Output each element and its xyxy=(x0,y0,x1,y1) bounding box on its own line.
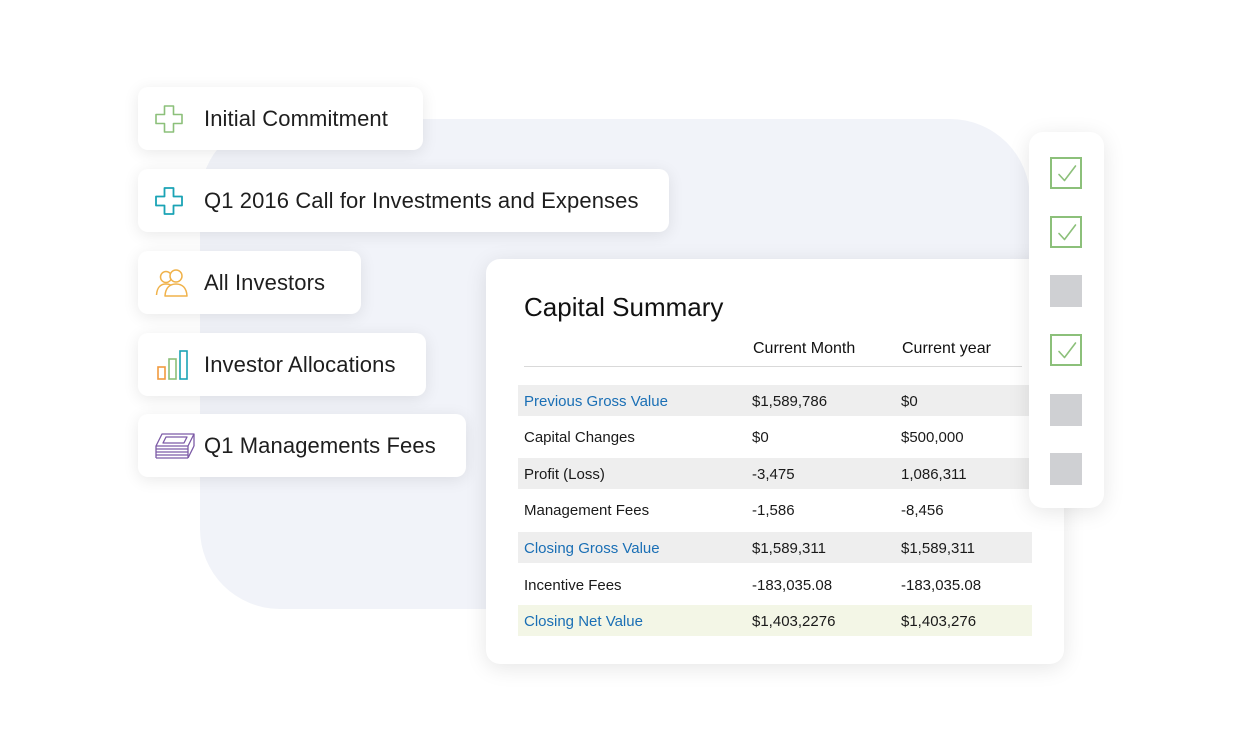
cell-current-year: -183,035.08 xyxy=(901,577,982,594)
cell-current-month: $1,589,786 xyxy=(752,393,828,410)
row-label: Profit (Loss) xyxy=(524,466,605,483)
table-row: Closing Gross Value $1,589,311 $1,589,31… xyxy=(518,532,1032,563)
step-q1-call[interactable]: Q1 2016 Call for Investments and Expense… xyxy=(138,169,669,232)
step-label: Q1 2016 Call for Investments and Expense… xyxy=(204,187,639,213)
step-label: Q1 Managements Fees xyxy=(204,432,436,458)
cell-current-year: 1,086,311 xyxy=(901,466,967,483)
step-investor-allocations[interactable]: Investor Allocations xyxy=(138,333,426,396)
capital-summary-card: Capital Summary Current Month Current ye… xyxy=(486,259,1064,664)
cell-current-month: -1,586 xyxy=(752,502,795,519)
table-row: Previous Gross Value $1,589,786 $0 xyxy=(518,385,1032,416)
checklist-checkbox[interactable] xyxy=(1050,453,1082,485)
row-label: Management Fees xyxy=(524,502,650,519)
checklist-checkbox[interactable] xyxy=(1050,334,1082,366)
table-row: Capital Changes $0 $500,000 xyxy=(518,421,1032,452)
checkmark-icon xyxy=(1058,342,1077,359)
column-header-current-year: Current year xyxy=(902,340,991,357)
row-label: Capital Changes xyxy=(524,429,635,446)
checklist-checkbox[interactable] xyxy=(1050,216,1082,248)
step-label: Investor Allocations xyxy=(204,351,396,377)
step-initial-commitment[interactable]: Initial Commitment xyxy=(138,87,423,150)
cell-current-month: -3,475 xyxy=(752,466,795,483)
cell-current-month: -183,035.08 xyxy=(752,577,833,594)
cell-current-month: $0 xyxy=(752,429,769,446)
investors-group-icon xyxy=(154,265,196,301)
table-row: Management Fees -1,586 -8,456 xyxy=(518,494,1032,525)
cell-current-month: $1,589,311 xyxy=(752,540,826,557)
checkmark-icon xyxy=(1058,165,1077,182)
table-row: Profit (Loss) -3,475 1,086,311 xyxy=(518,458,1032,489)
plus-outline-icon xyxy=(154,183,196,219)
step-all-investors[interactable]: All Investors xyxy=(138,251,361,314)
cell-current-year: $1,589,311 xyxy=(901,540,975,557)
row-label-link[interactable]: Closing Net Value xyxy=(524,613,643,630)
bar-chart-icon xyxy=(154,347,196,383)
cash-stack-icon xyxy=(154,428,196,464)
row-label-link[interactable]: Closing Gross Value xyxy=(524,540,660,557)
cell-current-month: $1,403,2276 xyxy=(752,613,836,630)
summary-title: Capital Summary xyxy=(524,292,724,322)
checklist-checkbox[interactable] xyxy=(1050,394,1082,426)
step-label: All Investors xyxy=(204,269,326,295)
checklist-panel xyxy=(1029,132,1104,508)
cell-current-year: $1,403,276 xyxy=(901,613,977,630)
checkmark-icon xyxy=(1058,224,1077,241)
step-q1-management-fees[interactable]: Q1 Managements Fees xyxy=(138,414,466,477)
step-label: Initial Commitment xyxy=(204,105,388,131)
table-row-total: Closing Net Value $1,403,2276 $1,403,276 xyxy=(518,605,1032,636)
checklist-checkbox[interactable] xyxy=(1050,275,1082,307)
header-divider xyxy=(524,366,1022,367)
plus-outline-icon xyxy=(154,101,196,137)
table-row: Incentive Fees -183,035.08 -183,035.08 xyxy=(518,569,1032,600)
row-label-link[interactable]: Previous Gross Value xyxy=(524,393,668,410)
cell-current-year: -8,456 xyxy=(901,502,944,519)
row-label: Incentive Fees xyxy=(524,577,622,594)
column-header-current-month: Current Month xyxy=(753,340,856,357)
cell-current-year: $0 xyxy=(901,393,918,410)
cell-current-year: $500,000 xyxy=(901,429,964,446)
checklist-checkbox[interactable] xyxy=(1050,157,1082,189)
